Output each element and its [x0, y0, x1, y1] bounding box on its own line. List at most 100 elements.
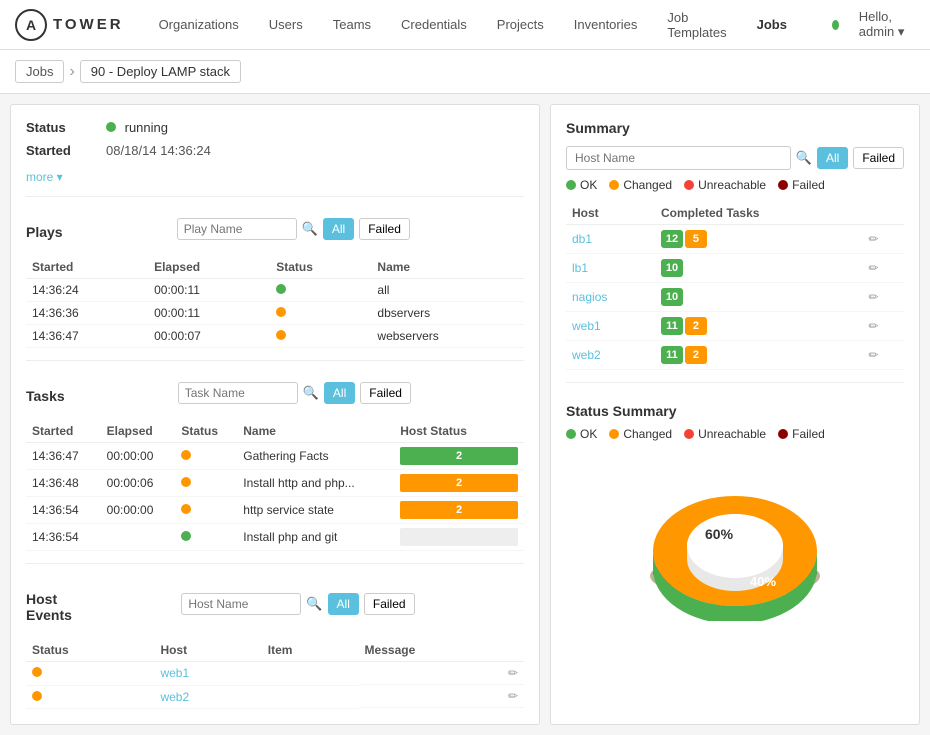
task-status [175, 524, 237, 551]
list-item: web1 112 ✏ [566, 312, 904, 341]
plays-filter-failed[interactable]: Failed [359, 218, 410, 240]
sum-edit: ✏ [863, 254, 904, 283]
sum-edit: ✏ [863, 283, 904, 312]
nav-jobs[interactable]: Jobs [752, 17, 792, 32]
plays-search-icon: 🔍 [302, 221, 318, 237]
he-col-message: Message [359, 639, 524, 662]
he-col-item: Item [262, 639, 359, 662]
ss-legend-ok: OK [566, 427, 597, 441]
nav-inventories[interactable]: Inventories [569, 17, 643, 32]
summary-search-input[interactable] [566, 146, 791, 170]
host-events-search-input[interactable] [181, 593, 301, 615]
legend-changed: Changed [609, 178, 672, 192]
summary-filter-failed[interactable]: Failed [853, 147, 904, 169]
sum-completed: 125 [655, 225, 863, 254]
nav-job-templates[interactable]: Job Templates [662, 10, 731, 40]
breadcrumb-arrow: › [69, 63, 74, 81]
nav-projects[interactable]: Projects [492, 17, 549, 32]
sum-col-host: Host [566, 202, 655, 225]
tasks-filter-failed[interactable]: Failed [360, 382, 411, 404]
summary-search-row: 🔍 All Failed [566, 146, 904, 170]
tasks-title: Tasks [26, 388, 65, 404]
legend-ok-dot [566, 180, 576, 190]
host-events-title: HostEvents [26, 591, 72, 623]
header: A TOWER Organizations Users Teams Creden… [0, 0, 930, 50]
task-name: http service state [237, 497, 394, 524]
summary-search-icon: 🔍 [796, 150, 812, 166]
tasks-header: Tasks 🔍 All Failed [26, 373, 524, 412]
sum-host: nagios [566, 283, 655, 312]
plays-header: Plays 🔍 All Failed [26, 209, 524, 248]
legend-ok: OK [566, 178, 597, 192]
table-row: 14:36:47 00:00:00 Gathering Facts 2 [26, 443, 524, 470]
tasks-filter-all[interactable]: All [324, 382, 355, 404]
table-row: 14:36:47 00:00:07 webservers [26, 325, 524, 348]
started-value: 08/18/14 14:36:24 [106, 143, 211, 158]
task-host-status: 2 [394, 443, 524, 470]
table-row: 14:36:48 00:00:06 Install http and php..… [26, 470, 524, 497]
plays-filter-all[interactable]: All [323, 218, 354, 240]
legend-unreachable: Unreachable [684, 178, 766, 192]
left-panel: Status running Started 08/18/14 14:36:24… [10, 104, 540, 725]
sum-host: web1 [566, 312, 655, 341]
ss-failed-dot [778, 429, 788, 439]
tasks-search-input[interactable] [178, 382, 298, 404]
play-elapsed: 00:00:11 [148, 302, 270, 325]
status-summary-legend: OK Changed Unreachable Failed [566, 427, 904, 441]
summary-filter-all[interactable]: All [817, 147, 848, 169]
started-row: Started 08/18/14 14:36:24 [26, 143, 524, 158]
task-host-status [394, 524, 524, 551]
legend-failed: Failed [778, 178, 825, 192]
main-container: Status running Started 08/18/14 14:36:24… [0, 94, 930, 735]
nav-organizations[interactable]: Organizations [154, 17, 244, 32]
task-started: 14:36:54 [26, 524, 101, 551]
status-value: running [106, 120, 168, 135]
more-link[interactable]: more ▾ [26, 170, 63, 184]
play-elapsed: 00:00:07 [148, 325, 270, 348]
started-label: Started [26, 143, 106, 158]
tasks-search-icon: 🔍 [303, 385, 319, 401]
play-started: 14:36:47 [26, 325, 148, 348]
nav-users[interactable]: Users [264, 17, 308, 32]
summary-legend: OK Changed Unreachable Failed [566, 178, 904, 192]
list-item: lb1 10 ✏ [566, 254, 904, 283]
running-dot [106, 122, 116, 132]
server-status-indicator [832, 20, 839, 30]
donut-chart: 60% 40% [566, 451, 904, 621]
tasks-col-elapsed: Elapsed [101, 420, 176, 443]
breadcrumb: Jobs › 90 - Deploy LAMP stack [0, 50, 930, 94]
ss-changed-dot [609, 429, 619, 439]
tasks-col-status: Status [175, 420, 237, 443]
host-events-table: Status Host Item Message web1 ✏ web2 ✏ [26, 639, 524, 709]
task-status [175, 470, 237, 497]
user-menu[interactable]: Hello, admin ▾ [859, 9, 915, 40]
summary-title: Summary [566, 120, 904, 136]
task-elapsed [101, 524, 176, 551]
sum-completed: 112 [655, 341, 863, 370]
plays-col-started: Started [26, 256, 148, 279]
plays-table: Started Elapsed Status Name 14:36:24 00:… [26, 256, 524, 348]
right-panel: Summary 🔍 All Failed OK Changed Unreacha… [550, 104, 920, 725]
logo: A TOWER [15, 9, 124, 41]
sum-completed: 112 [655, 312, 863, 341]
nav-teams[interactable]: Teams [328, 17, 376, 32]
play-name: webservers [371, 325, 524, 348]
play-status [270, 302, 371, 325]
ss-ok-dot [566, 429, 576, 439]
host-events-filter-failed[interactable]: Failed [364, 593, 415, 615]
host-events-filter-all[interactable]: All [328, 593, 359, 615]
play-status [270, 325, 371, 348]
he-status [26, 662, 154, 686]
task-name: Install php and git [237, 524, 394, 551]
breadcrumb-jobs-link[interactable]: Jobs [15, 60, 64, 83]
legend-changed-dot [609, 180, 619, 190]
plays-search-input[interactable] [177, 218, 297, 240]
legend-failed-dot [778, 180, 788, 190]
list-item: web2 112 ✏ [566, 341, 904, 370]
table-row: 14:36:54 Install php and git [26, 524, 524, 551]
legend-unreachable-dot [684, 180, 694, 190]
play-started: 14:36:24 [26, 279, 148, 302]
task-started: 14:36:54 [26, 497, 101, 524]
nav-credentials[interactable]: Credentials [396, 17, 472, 32]
list-item: web1 ✏ [26, 662, 524, 686]
